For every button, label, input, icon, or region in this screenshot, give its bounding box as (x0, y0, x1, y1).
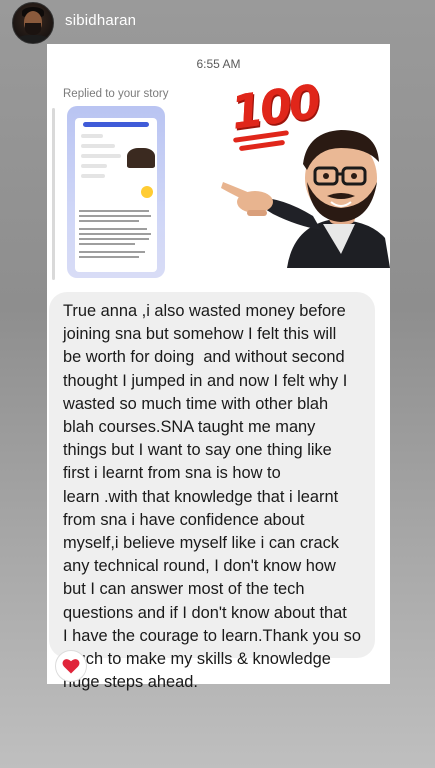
avatar[interactable] (12, 2, 54, 44)
message-bubble: True anna ,i also wasted money before jo… (49, 292, 375, 691)
smile-emoji-icon (141, 186, 153, 198)
memoji-pointing-icon (221, 130, 390, 268)
reply-indicator-bar (52, 108, 55, 280)
heart-reaction[interactable] (55, 650, 87, 682)
username[interactable]: sibidharan (65, 12, 136, 29)
story-header: sibidharan (0, 0, 435, 44)
dm-screenshot: 6:55 AM Replied to your story 100 True a… (47, 44, 390, 691)
reply-context-label: Replied to your story (63, 88, 169, 100)
story-thumbnail[interactable] (67, 106, 165, 278)
avatar-sticker: 100 (217, 74, 390, 268)
message-text: True anna ,i also wasted money before jo… (63, 302, 361, 692)
message-timestamp: 6:55 AM (196, 57, 241, 71)
heart-icon (62, 659, 80, 674)
